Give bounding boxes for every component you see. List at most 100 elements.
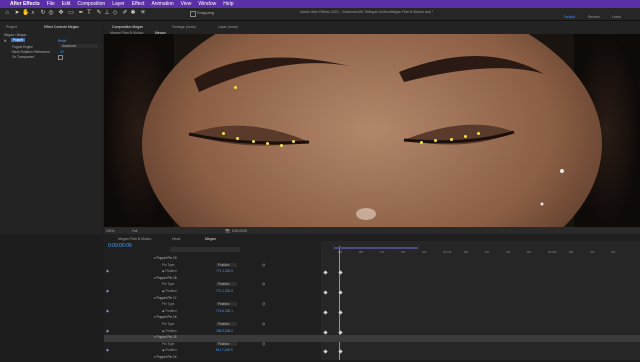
ruler-tick: 02:00f — [548, 250, 557, 254]
menu-edit[interactable]: Edit — [62, 1, 71, 7]
puppet-advanced-pin-icon[interactable]: ✳ — [140, 10, 146, 16]
menu-after-effects[interactable]: After Effects — [10, 1, 40, 7]
roto-brush-icon[interactable]: ✐ — [122, 10, 128, 16]
puppet-pin[interactable] — [434, 139, 437, 142]
row-label: ▾ Puppet Pin 16 — [154, 315, 177, 320]
row-label: Pin Type — [162, 282, 175, 287]
timeline-tab-plan-b[interactable]: Megan Plan B Motion — [118, 237, 151, 241]
menu-window[interactable]: Window — [198, 1, 216, 7]
composition-viewer[interactable] — [104, 34, 640, 227]
puppet-pin[interactable] — [450, 138, 453, 141]
row-label: ◆ Position — [162, 348, 177, 353]
prop-label: Mesh Rotation Refinement — [12, 50, 50, 54]
zoom-dropdown[interactable]: 100% — [106, 229, 114, 233]
menu-view[interactable]: View — [181, 1, 192, 7]
timeline-timecode[interactable]: 0:00:00:09 — [108, 243, 132, 249]
row-label: ◆ Position — [162, 269, 177, 274]
ruler-tick: 15f — [611, 250, 616, 254]
puppet-pin[interactable] — [420, 141, 423, 144]
ruler-tick: 10f — [380, 250, 385, 254]
pick-whip-icon[interactable]: @ — [262, 302, 265, 306]
brush-tool-icon[interactable]: ✎ — [96, 10, 102, 16]
pin-type-dropdown[interactable]: Position — [216, 302, 238, 307]
ruler-tick: 20f — [422, 250, 427, 254]
visibility-eye-icon[interactable]: ◉ — [106, 329, 109, 333]
work-area-bar[interactable] — [334, 247, 418, 249]
puppet-engine-dropdown[interactable]: Advanced — [60, 44, 98, 48]
pick-whip-icon[interactable]: @ — [262, 263, 265, 267]
pin-type-dropdown[interactable]: Position — [216, 262, 238, 267]
menu-layer[interactable]: Layer — [112, 1, 125, 7]
visibility-eye-icon[interactable]: ◉ — [106, 289, 109, 293]
puppet-pin[interactable] — [236, 137, 239, 140]
workspace-learn[interactable]: Learn — [612, 15, 621, 19]
hand-tool-icon[interactable]: ✋ — [22, 10, 29, 16]
workspace-default[interactable]: Default — [564, 15, 575, 19]
pen-tool-icon[interactable]: ✒ — [78, 10, 84, 16]
ruler-tick: 15f — [401, 250, 406, 254]
pick-whip-icon[interactable]: @ — [262, 322, 265, 326]
fx-icon[interactable]: fx — [4, 39, 6, 43]
type-tool-icon[interactable]: T — [86, 10, 92, 16]
workspace-review[interactable]: Review — [588, 15, 599, 19]
position-value[interactable]: 811.7,240.9 — [216, 348, 233, 352]
visibility-eye-icon[interactable]: ◉ — [106, 309, 109, 313]
rectangle-tool-icon[interactable]: ▭ — [68, 10, 74, 16]
row-label: ▾ Puppet Pin 17 — [154, 295, 177, 300]
pin-type-dropdown[interactable]: Position — [216, 282, 238, 287]
pin-type-dropdown[interactable]: Position — [216, 322, 238, 326]
effect-name[interactable]: Puppet — [11, 38, 26, 42]
clone-tool-icon[interactable]: ⊥ — [104, 10, 110, 16]
puppet-pin[interactable] — [292, 140, 295, 143]
viewer-timecode[interactable]: 0:00:00:09 — [232, 229, 247, 233]
reset-link[interactable]: Reset — [58, 39, 66, 43]
puppet-pin[interactable] — [477, 132, 480, 135]
pick-whip-icon[interactable]: @ — [262, 342, 265, 346]
tab-composition[interactable]: Composition Megan — [112, 25, 143, 29]
timeline-row[interactable]: ▾ Puppet Pin 14 — [104, 355, 640, 362]
timeline-tab-megan[interactable]: Megan — [205, 237, 216, 241]
pin-type-dropdown[interactable]: Position — [216, 341, 238, 346]
puppet-pin[interactable] — [222, 132, 225, 135]
tab-project[interactable]: Project — [6, 25, 17, 29]
row-label: ▾ Puppet Pin 18 — [154, 275, 177, 280]
position-value[interactable]: 774.6,235.1 — [216, 309, 233, 313]
eraser-tool-icon[interactable]: ◇ — [112, 10, 118, 16]
tab-footage[interactable]: Footage (none) — [172, 25, 196, 29]
position-value[interactable]: 784.0,235.0 — [216, 329, 233, 333]
puppet-position-pin-icon[interactable]: ✱ — [130, 10, 136, 16]
position-value[interactable]: 771.1,232.5 — [216, 289, 233, 293]
puppet-pin[interactable] — [266, 142, 269, 145]
camera-tool-icon[interactable]: ◎ — [48, 10, 54, 16]
timeline-tab-head[interactable]: Head — [172, 237, 180, 241]
puppet-pin[interactable] — [252, 140, 255, 143]
menu-help[interactable]: Help — [223, 1, 233, 7]
position-value[interactable]: 771.1,232.5 — [216, 269, 233, 273]
prop-label: Puppet Engine — [12, 45, 33, 49]
selection-tool-icon[interactable]: ➤ — [14, 10, 20, 16]
menu-composition[interactable]: Composition — [77, 1, 105, 7]
home-icon[interactable]: ⌂ — [4, 10, 10, 16]
mesh-rotation-value[interactable]: 20 — [60, 50, 64, 54]
tab-layer[interactable]: Layer (none) — [218, 25, 238, 29]
puppet-pin[interactable] — [280, 144, 283, 147]
puppet-pin[interactable] — [464, 135, 467, 138]
row-label: ▾ Puppet Pin 15 — [154, 335, 177, 340]
visibility-eye-icon[interactable]: ◉ — [106, 269, 109, 273]
menu-effect[interactable]: Effect — [132, 1, 145, 7]
resolution-dropdown[interactable]: Full — [132, 229, 137, 233]
on-transparent-checkbox[interactable] — [58, 55, 63, 60]
timeline-search-input[interactable] — [170, 247, 240, 252]
pan-behind-tool-icon[interactable]: ✥ — [58, 10, 64, 16]
visibility-eye-icon[interactable]: ◉ — [106, 348, 109, 352]
camera-icon[interactable]: 📷 — [225, 228, 230, 233]
row-label: Pin Type — [162, 302, 175, 307]
menu-animation[interactable]: Animation — [151, 1, 173, 7]
zoom-tool-icon[interactable]: ⌕ — [30, 10, 36, 16]
menu-file[interactable]: File — [47, 1, 55, 7]
rotate-tool-icon[interactable]: ↻ — [40, 10, 46, 16]
pick-whip-icon[interactable]: @ — [262, 282, 265, 286]
puppet-pin[interactable] — [234, 86, 237, 89]
tab-effect-controls[interactable]: Effect Controls Megan — [44, 25, 79, 29]
snapping-checkbox[interactable] — [190, 11, 196, 17]
